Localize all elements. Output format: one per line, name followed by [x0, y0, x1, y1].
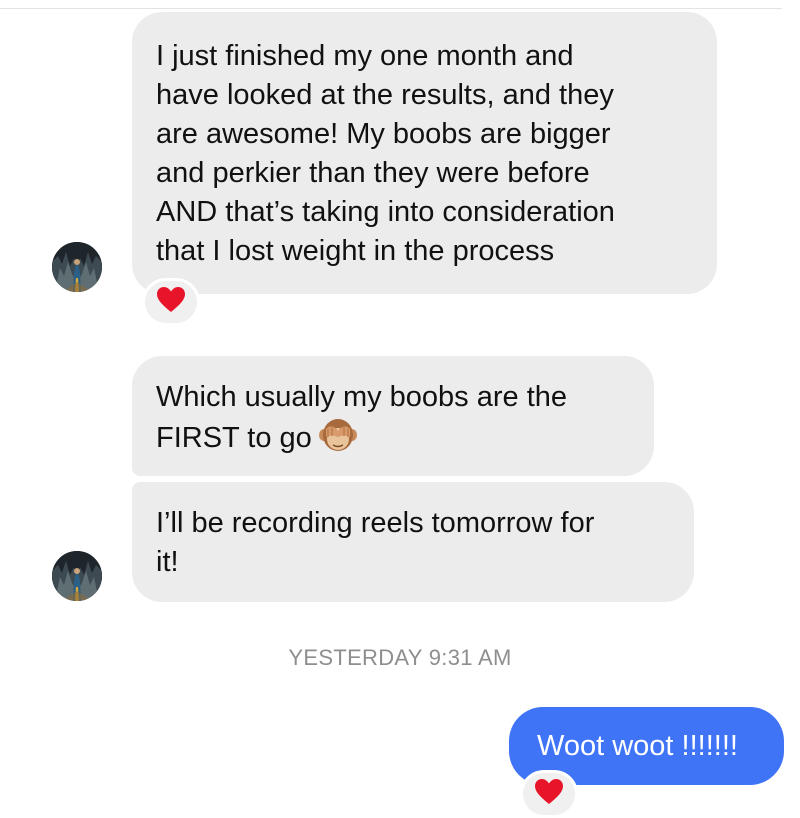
message-timestamp: YESTERDAY 9:31 AM: [288, 645, 512, 670]
right-edge: [786, 0, 800, 800]
top-divider: [0, 8, 782, 9]
message-text: Woot woot !!!!!!!: [537, 730, 738, 762]
see-no-evil-monkey-icon: [318, 417, 358, 464]
heart-icon: [534, 778, 564, 811]
avatar[interactable]: [52, 551, 102, 601]
message-text: I just finished my one month and have lo…: [156, 40, 615, 267]
heart-icon: [156, 286, 186, 319]
message-reaction[interactable]: [142, 278, 200, 326]
avatar[interactable]: [52, 242, 102, 292]
message-reaction[interactable]: [520, 770, 578, 818]
message-text: Which usually my boobs are the FIRST to …: [156, 381, 568, 454]
incoming-message-bubble[interactable]: I just finished my one month and have lo…: [132, 12, 717, 294]
incoming-message-bubble[interactable]: I’ll be recording reels tomorrow for it!: [132, 482, 694, 602]
incoming-message-bubble[interactable]: Which usually my boobs are the FIRST to …: [132, 356, 654, 476]
message-text: I’ll be recording reels tomorrow for it!: [156, 507, 595, 578]
